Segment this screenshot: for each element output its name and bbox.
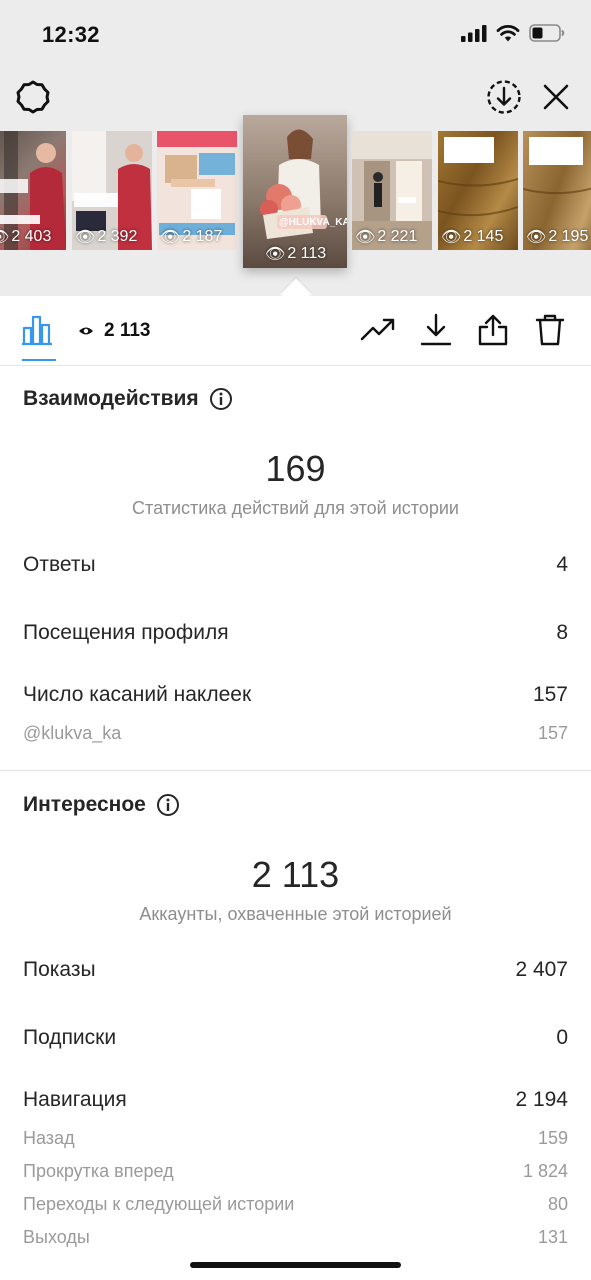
info-icon[interactable] (209, 387, 233, 411)
stat-label: Прокрутка вперед (23, 1161, 174, 1181)
story-thumbnail-strip: 👁2 403 👁2 392 👁2 187 (0, 115, 591, 269)
stat-subrow-sticker-mention[interactable]: @klukva_ka 157 (23, 723, 568, 744)
stat-label: Переходы к следующей истории (23, 1194, 295, 1214)
stat-value: 157 (532, 683, 568, 706)
eye-icon (79, 327, 93, 335)
discovery-caption: Аккаунты, охваченные этой историей (139, 904, 452, 924)
trash-icon (535, 314, 565, 346)
story-thumbnail[interactable]: 👁 2 392 (72, 131, 152, 250)
story-thumbnail[interactable]: 👁 2 187 (157, 131, 237, 250)
story-sticker: @HLUKVA_KA (279, 217, 347, 228)
stat-row-replies: Ответы 4 (23, 553, 568, 577)
interactions-caption: Статистика действий для этой истории (132, 498, 459, 518)
nav-subrow-exits: Выходы 131 (23, 1227, 568, 1248)
story-views: 👁 2 221 (355, 228, 418, 246)
close-icon (543, 84, 569, 110)
stat-value: 131 (537, 1227, 568, 1247)
interactions-section-title: Взаимодействия (23, 387, 233, 411)
stat-label: @klukva_ka (23, 723, 122, 743)
delete-button[interactable] (532, 312, 568, 348)
story-thumbnail-selected[interactable]: @HLUKVA_KA 👁 2 113 (243, 115, 347, 268)
signal-icon (461, 25, 487, 42)
interactions-title-text: Взаимодействия (23, 387, 199, 410)
stat-label: Число касаний наклеек (23, 683, 252, 706)
discovery-section-title: Интересное (23, 793, 180, 817)
status-icons (461, 24, 565, 42)
stat-label: Навигация (23, 1088, 127, 1111)
wifi-icon (496, 25, 520, 42)
nav-subrow-back: Назад 159 (23, 1128, 568, 1149)
download-button[interactable] (418, 312, 454, 348)
story-thumbnail[interactable]: 👁 2 195 (523, 131, 591, 250)
promote-button[interactable] (360, 312, 396, 348)
insights-bar-icon (22, 315, 52, 346)
stat-value: 159 (537, 1128, 568, 1148)
story-views: 👁 2 113 (265, 245, 327, 263)
stat-label: Посещения профиля (23, 621, 229, 644)
share-button[interactable] (475, 312, 511, 348)
nav-subrow-forward: Прокрутка вперед 1 824 (23, 1161, 568, 1182)
settings-ring-icon (16, 80, 50, 114)
stat-label: Подписки (23, 1026, 117, 1049)
info-icon[interactable] (156, 793, 180, 817)
stat-row-profile-visits: Посещения профиля 8 (23, 621, 568, 645)
share-icon (478, 314, 508, 346)
stat-value: 0 (556, 1026, 568, 1049)
section-divider (0, 770, 591, 771)
story-views: 👁2 403 (0, 228, 52, 246)
story-settings-button[interactable] (13, 77, 53, 117)
views-count-text: 2 113 (104, 320, 151, 341)
story-views: 👁 2 187 (160, 228, 223, 246)
stat-value: 80 (547, 1194, 568, 1214)
stat-row-follows: Подписки 0 (23, 1026, 568, 1050)
battery-icon (529, 24, 565, 42)
discovery-total: 2 113 (251, 854, 340, 895)
stat-value: 2 407 (515, 958, 568, 981)
stat-row-sticker-taps: Число касаний наклеек 157 (23, 683, 568, 707)
story-header-area: 12:32 2 403 👁 2 392 👁 2 187 @HLUKVA_KA 👁… (0, 0, 591, 296)
stat-value: 8 (556, 621, 568, 644)
stat-label: Назад (23, 1128, 75, 1148)
nav-subrow-next-story: Переходы к следующей истории 80 (23, 1194, 568, 1215)
discovery-title-text: Интересное (23, 793, 146, 816)
story-views: 👁 2 195 (526, 228, 589, 246)
story-views: 👁 2 145 (441, 228, 504, 246)
story-thumbnail[interactable]: 👁 2 221 (352, 131, 432, 250)
status-time: 12:32 (42, 22, 100, 47)
download-icon (420, 313, 452, 346)
interactions-total: 169 (265, 448, 326, 489)
story-views-count: 2 113 (78, 320, 151, 342)
trending-icon (360, 318, 395, 341)
download-circle-button[interactable] (484, 77, 524, 117)
stat-row-impressions: Показы 2 407 (23, 958, 568, 982)
insights-tab[interactable] (20, 312, 56, 348)
status-bar: 12:32 (0, 0, 591, 70)
stat-label: Ответы (23, 553, 96, 576)
story-views: 👁 2 392 (75, 228, 138, 246)
stat-label: Показы (23, 958, 96, 981)
stat-value: 4 (556, 553, 568, 576)
stat-label: Выходы (23, 1227, 90, 1247)
home-indicator[interactable] (190, 1262, 401, 1268)
stat-value: 2 194 (515, 1088, 568, 1111)
stat-value: 1 824 (522, 1161, 568, 1181)
stat-value: 157 (537, 723, 568, 743)
stat-row-navigation: Навигация 2 194 (23, 1088, 568, 1112)
story-thumbnail[interactable]: 👁2 403 (0, 131, 66, 250)
download-circle-icon (487, 80, 521, 114)
active-tab-underline (22, 359, 56, 361)
close-button[interactable] (536, 77, 576, 117)
story-thumbnail[interactable]: 👁 2 145 (438, 131, 518, 250)
insights-toolbar: 2 113 (0, 296, 591, 366)
